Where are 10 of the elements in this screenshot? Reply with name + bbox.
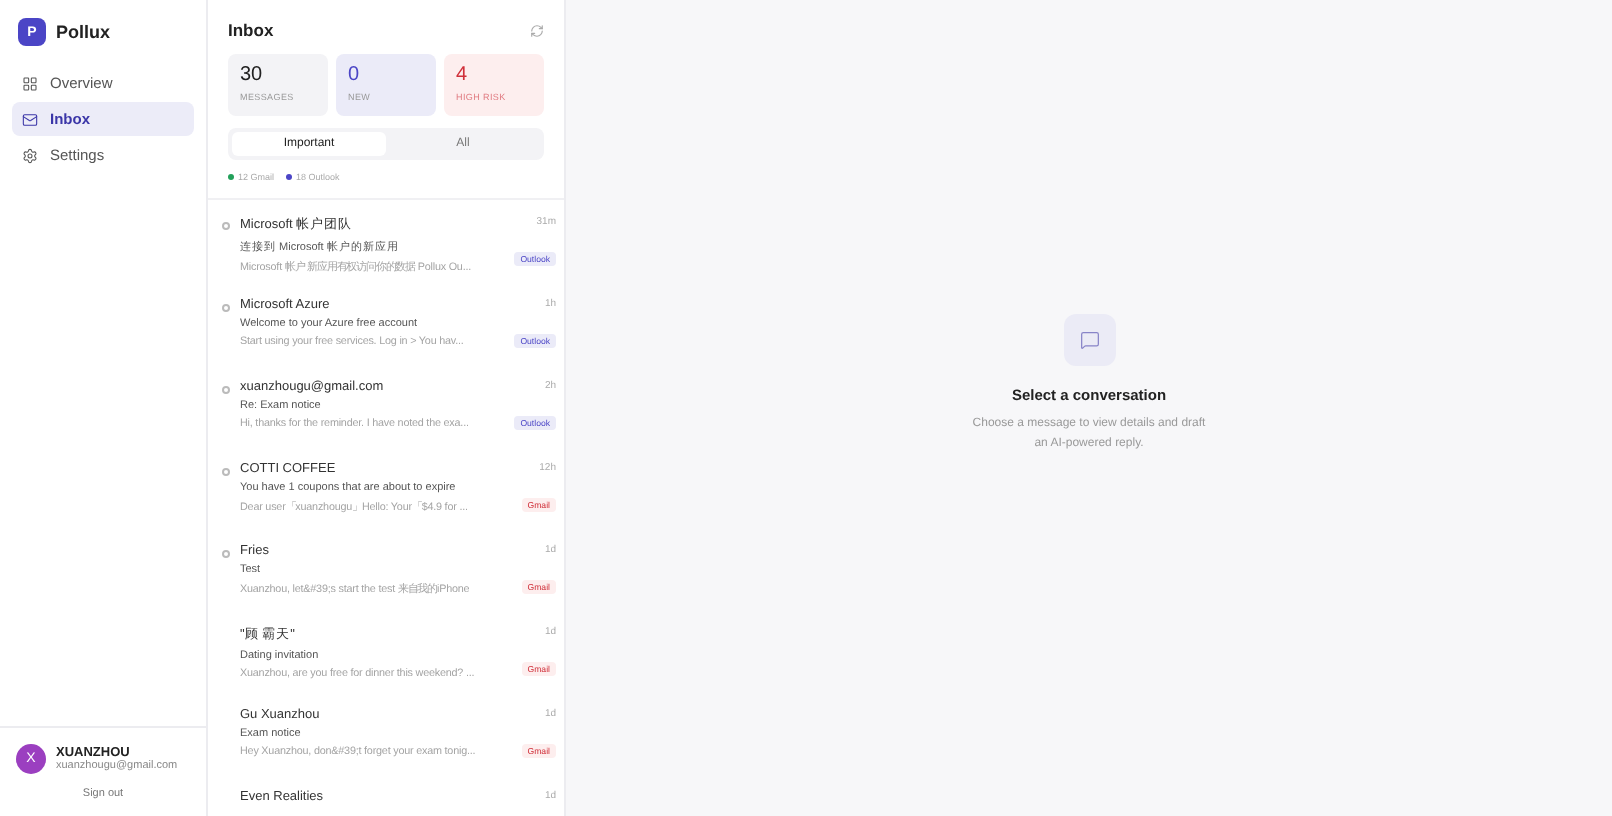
- mail-icon: [22, 111, 38, 127]
- message-icon: [1063, 313, 1115, 366]
- stat-value: 0: [348, 64, 362, 86]
- grid-icon: [22, 75, 38, 91]
- stat-value: 30: [240, 64, 265, 86]
- refresh-icon[interactable]: [530, 23, 544, 37]
- stat-value: 4: [456, 64, 470, 86]
- inbox-title: Inbox: [228, 20, 274, 40]
- brand-name: Pollux: [56, 22, 111, 42]
- gear-icon: [22, 147, 38, 163]
